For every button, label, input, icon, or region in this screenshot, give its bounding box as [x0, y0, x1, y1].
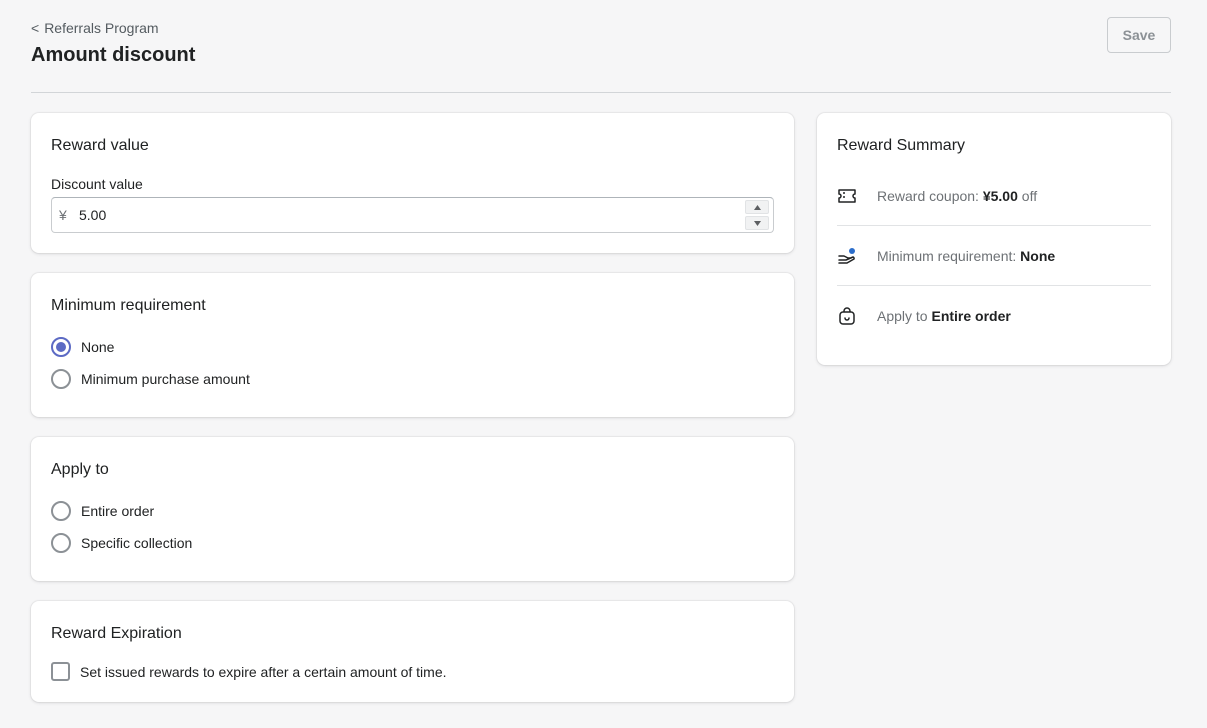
back-link-label: Referrals Program: [44, 20, 159, 36]
bag-icon: [837, 306, 857, 326]
save-button[interactable]: Save: [1107, 17, 1171, 53]
summary-minimum-requirement: Minimum requirement: None: [837, 226, 1151, 286]
summary-text: Reward coupon: ¥5.00 off: [877, 188, 1037, 204]
summary-value: None: [1020, 248, 1056, 264]
card-title: Reward Expiration: [51, 625, 182, 642]
radio-entire-order[interactable]: Entire order: [51, 501, 154, 521]
reward-summary-card: Reward Summary Reward coupon: ¥5.00 off: [817, 113, 1171, 365]
chevron-left-icon: <: [31, 20, 40, 36]
expiration-checkbox-row[interactable]: Set issued rewards to expire after a cer…: [51, 662, 447, 681]
summary-prefix: Minimum requirement:: [877, 248, 1017, 264]
caret-up-icon: [753, 204, 761, 210]
minimum-requirement-card: Minimum requirement None Minimum purchas…: [31, 273, 794, 417]
checkbox-label: Set issued rewards to expire after a cer…: [80, 663, 447, 680]
radio-button[interactable]: [51, 369, 71, 389]
radio-none[interactable]: None: [51, 337, 114, 357]
apply-to-card: Apply to Entire order Specific collectio…: [31, 437, 794, 581]
back-link[interactable]: < Referrals Program: [31, 20, 159, 36]
summary-reward-coupon: Reward coupon: ¥5.00 off: [837, 166, 1151, 226]
card-title: Reward Summary: [837, 137, 966, 154]
radio-label: Entire order: [81, 503, 155, 519]
reward-value-card: Reward value Discount value ¥: [31, 113, 794, 253]
page: < Referrals Program Amount discount Save…: [0, 0, 1207, 728]
card-title: Apply to: [51, 461, 109, 478]
radio-button[interactable]: [51, 501, 71, 521]
summary-text: Minimum requirement: None: [877, 248, 1055, 264]
header-divider: [31, 92, 1171, 93]
summary-prefix: Apply to: [877, 308, 928, 324]
summary-apply-to: Apply to Entire order: [837, 286, 1151, 346]
radio-label: Minimum purchase amount: [81, 371, 250, 387]
summary-text: Apply to Entire order: [877, 308, 1011, 324]
summary-prefix: Reward coupon:: [877, 188, 979, 204]
expiration-checkbox[interactable]: [51, 662, 70, 681]
discount-value-input[interactable]: [79, 198, 745, 232]
decrement-button[interactable]: [745, 216, 769, 230]
summary-suffix: off: [1021, 188, 1038, 204]
caret-down-icon: [753, 220, 761, 226]
radio-minimum-purchase-amount[interactable]: Minimum purchase amount: [51, 369, 250, 389]
radio-label: Specific collection: [81, 535, 193, 551]
discount-value-label: Discount value: [51, 176, 143, 192]
card-title: Reward value: [51, 137, 149, 154]
radio-label: None: [81, 339, 115, 355]
increment-button[interactable]: [745, 200, 769, 214]
reward-expiration-card: Reward Expiration Set issued rewards to …: [31, 601, 794, 702]
page-title: Amount discount: [31, 44, 196, 66]
hand-coin-icon: [837, 246, 857, 266]
currency-prefix: ¥: [59, 207, 67, 223]
radio-specific-collection[interactable]: Specific collection: [51, 533, 192, 553]
summary-value: ¥5.00: [982, 188, 1018, 204]
ticket-icon: [837, 186, 857, 206]
number-stepper: [745, 200, 769, 230]
card-title: Minimum requirement: [51, 297, 206, 314]
discount-value-input-wrap: ¥: [51, 197, 774, 233]
radio-button[interactable]: [51, 337, 71, 357]
radio-button[interactable]: [51, 533, 71, 553]
summary-value: Entire order: [931, 308, 1011, 324]
